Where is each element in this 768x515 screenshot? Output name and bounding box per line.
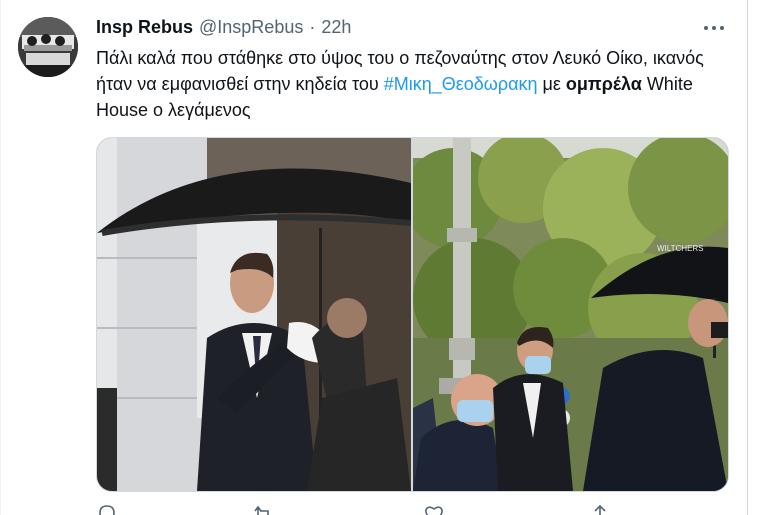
separator-dot: ·: [309, 17, 316, 37]
photo-left-image: [97, 138, 411, 491]
heart-icon: [425, 506, 443, 515]
reply-icon: [99, 505, 115, 515]
timeline-left-border: [0, 0, 1, 515]
retweet-icon: [254, 505, 269, 515]
media-grid: WILTCHERS: [96, 137, 729, 492]
author-handle[interactable]: @InspRebus: [199, 17, 303, 38]
hashtag-link[interactable]: #Μικη_Θεοδωρακη: [384, 74, 538, 94]
more-options-button[interactable]: [700, 18, 728, 38]
tweet-actions: [96, 503, 676, 515]
tweet-text: Πάλι καλά που στάθηκε στο ύψος του ο πεζ…: [96, 45, 736, 123]
more-horizontal-icon: [704, 26, 708, 30]
photo-right[interactable]: WILTCHERS: [413, 138, 728, 491]
avatar[interactable]: [18, 17, 78, 77]
timeline-right-border: [747, 0, 748, 515]
share-icon: [594, 504, 606, 515]
tweet-header: Insp Rebus @InspRebus · 22h: [96, 17, 351, 39]
photo-left[interactable]: [97, 138, 411, 491]
tweet-text-part: με: [537, 74, 566, 94]
photo-right-image: WILTCHERS: [413, 138, 728, 491]
umbrella-brand-text: WILTCHERS: [657, 244, 704, 253]
tweet-timestamp[interactable]: 22h: [321, 17, 351, 38]
avatar-image: [18, 17, 78, 77]
author-display-name[interactable]: Insp Rebus: [96, 17, 193, 38]
reply-button[interactable]: [96, 503, 118, 515]
retweet-button[interactable]: [252, 503, 274, 515]
share-button[interactable]: [589, 503, 611, 515]
tweet-bold-word: ομπρέλα: [565, 74, 642, 94]
like-button[interactable]: [423, 503, 445, 515]
